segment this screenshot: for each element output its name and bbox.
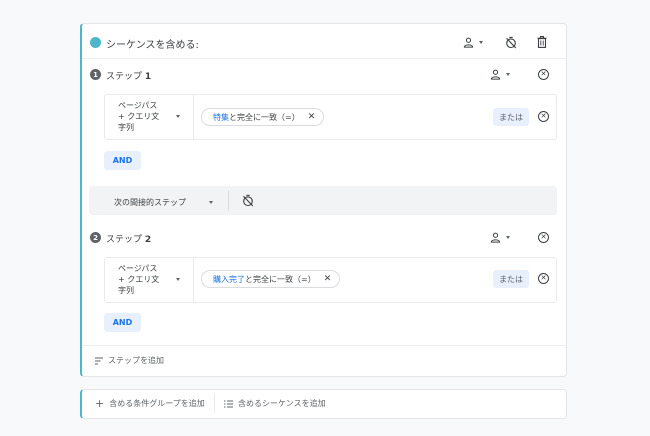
- chip-condition: と完全に一致（=）: [229, 112, 300, 122]
- step-2-and-button[interactable]: AND: [104, 313, 141, 332]
- dimension-line: 字列: [118, 286, 134, 295]
- step-1-scope-dropdown[interactable]: [490, 69, 510, 80]
- step-2-scope-dropdown[interactable]: [490, 232, 510, 243]
- chevron-down-icon: [176, 115, 180, 118]
- chevron-down-icon: [176, 278, 180, 281]
- divider: [228, 191, 229, 210]
- step-label-text: ステップ: [106, 72, 143, 82]
- delete-icon[interactable]: [537, 36, 547, 48]
- step-label-text: ステップ: [106, 235, 143, 245]
- step-2-condition-chip[interactable]: 購入完了 と完全に一致（=） ✕: [201, 270, 341, 288]
- step-1-and-button[interactable]: AND: [104, 151, 141, 170]
- step-number-badge: 2: [90, 232, 101, 243]
- dimension-line: ページパス: [118, 264, 158, 273]
- sequence-title: シーケンスを含める:: [106, 40, 199, 51]
- divider: [214, 394, 215, 413]
- remove-condition-2-button[interactable]: ✕: [538, 273, 549, 284]
- step-number-badge: 1: [90, 69, 101, 80]
- remove-condition-1-button[interactable]: ✕: [538, 111, 549, 122]
- chevron-down-icon: [479, 41, 483, 44]
- add-step-label: ステップを追加: [108, 356, 164, 365]
- sequence-scope-dropdown[interactable]: [463, 37, 483, 48]
- step-1-condition-chip[interactable]: 特集 と完全に一致（=） ✕: [201, 108, 325, 126]
- sort-lines-icon: [95, 357, 103, 364]
- add-step-button[interactable]: ステップを追加: [95, 355, 164, 366]
- person-icon: [463, 37, 474, 48]
- remove-step-2-button[interactable]: ✕: [538, 232, 549, 243]
- add-include-sequence-button[interactable]: 含めるシーケンスを追加: [224, 398, 326, 409]
- plus-icon: +: [95, 397, 105, 410]
- add-include-sequence-label: 含めるシーケンスを追加: [238, 399, 326, 408]
- dimension-line: 字列: [118, 123, 134, 132]
- dimension-line: ページパス: [118, 101, 158, 110]
- header-divider: [82, 58, 566, 59]
- add-include-group-button[interactable]: + 含める条件グループを追加: [95, 398, 205, 409]
- add-include-group-label: 含める条件グループを追加: [109, 399, 205, 408]
- next-step-select[interactable]: 次の間接的ステップ: [114, 197, 186, 208]
- dimension-line: + クエリ文: [118, 112, 160, 121]
- chip-value: 特集: [213, 112, 229, 122]
- divider: [193, 258, 194, 302]
- sequence-color-dot: [90, 37, 101, 48]
- footer-divider: [82, 345, 566, 346]
- step-1-label: ステップ 1: [106, 69, 151, 82]
- step-label-number: 1: [144, 72, 152, 82]
- chevron-down-icon: [506, 73, 510, 76]
- numbered-list-icon: [224, 400, 233, 407]
- step-2-or-button[interactable]: または: [493, 270, 529, 288]
- close-icon[interactable]: ✕: [324, 274, 332, 284]
- timer-off-icon[interactable]: [505, 36, 517, 49]
- step-2-label: ステップ 2: [106, 232, 151, 245]
- step-2-dimension-select[interactable]: ページパス + クエリ文 字列: [118, 263, 159, 296]
- dimension-line: + クエリ文: [118, 275, 160, 284]
- close-icon[interactable]: ✕: [308, 112, 316, 122]
- step-1-dimension-select[interactable]: ページパス + クエリ文 字列: [118, 100, 159, 133]
- divider: [193, 95, 194, 139]
- step-label-number: 2: [144, 235, 152, 245]
- step-1-condition-box: [104, 94, 557, 140]
- chip-value: 購入完了: [213, 274, 245, 284]
- remove-step-1-button[interactable]: ✕: [538, 69, 549, 80]
- person-icon: [490, 69, 501, 80]
- chevron-down-icon: [506, 236, 510, 239]
- person-icon: [490, 232, 501, 243]
- step-1-or-button[interactable]: または: [493, 108, 529, 126]
- chip-condition: と完全に一致（=）: [245, 274, 316, 284]
- chevron-down-icon: [209, 201, 213, 204]
- timer-off-icon[interactable]: [242, 194, 254, 207]
